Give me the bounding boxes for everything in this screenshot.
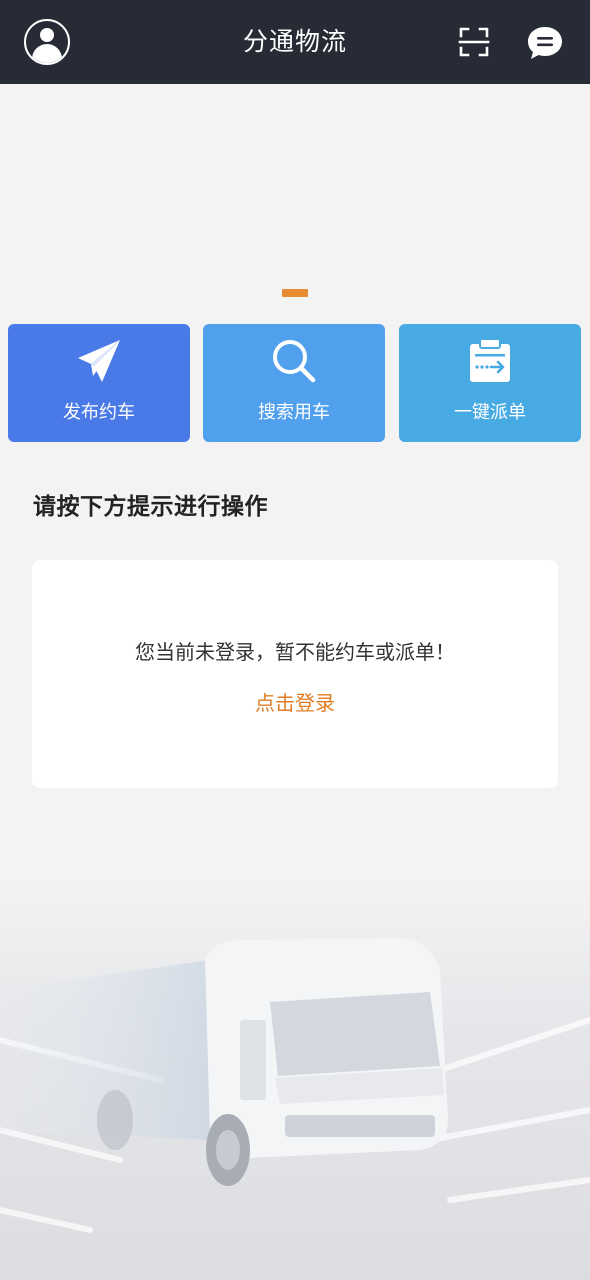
login-notice-card: 您当前未登录，暂不能约车或派单！ 点击登录 — [32, 560, 558, 788]
chat-bubble-icon[interactable] — [526, 24, 564, 62]
page: 分通物流 发布约车 搜索用车 一键派单 请按下方提示进行操作 您当前未登录，暂不… — [0, 0, 590, 1280]
tile-label: 搜索用车 — [258, 402, 330, 423]
paper-plane-icon — [78, 340, 120, 382]
truck-background-image — [0, 880, 590, 1280]
search-icon — [273, 340, 316, 383]
section-title: 请按下方提示进行操作 — [33, 494, 268, 520]
login-link[interactable]: 点击登录 — [32, 687, 558, 716]
search-vehicle-button[interactable]: 搜索用车 — [203, 324, 385, 442]
tile-label: 发布约车 — [63, 402, 135, 423]
action-tiles: 发布约车 搜索用车 一键派单 — [8, 324, 582, 442]
tile-label: 一键派单 — [454, 402, 526, 423]
app-title: 分通物流 — [242, 27, 347, 56]
not-logged-in-message: 您当前未登录，暂不能约车或派单！ — [135, 640, 455, 664]
app-header: 分通物流 — [0, 0, 590, 84]
carousel-indicator — [282, 289, 308, 297]
clipboard-arrow-icon — [470, 338, 510, 382]
scan-icon[interactable] — [458, 26, 490, 58]
publish-booking-button[interactable]: 发布约车 — [8, 324, 190, 442]
quick-dispatch-button[interactable]: 一键派单 — [399, 324, 581, 442]
